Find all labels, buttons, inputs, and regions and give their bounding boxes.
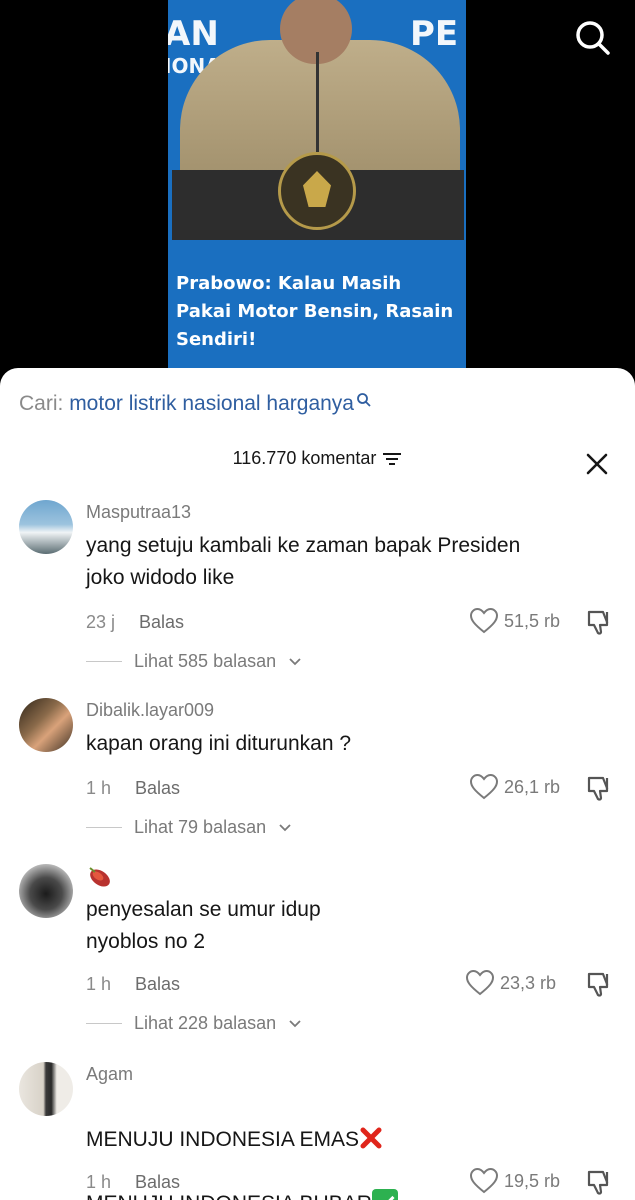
heart-icon <box>470 774 498 800</box>
avatar[interactable] <box>19 864 73 918</box>
video-caption: Prabowo: Kalau Masih Pakai Motor Bensin,… <box>176 273 454 350</box>
comment-text: penyesalan se umur idup nyoblos no 2 <box>86 898 321 953</box>
dislike-icon[interactable] <box>585 970 613 998</box>
comments-header: 116.770 komentar <box>0 448 635 478</box>
video-player[interactable]: AN IONA PE Prabowo: Kalau Masih Pakai Mo… <box>0 0 635 380</box>
search-suggestion[interactable]: Cari: motor listrik nasional harganya <box>19 392 372 416</box>
reply-button[interactable]: Balas <box>135 974 180 995</box>
comment-text: kapan orang ini diturunkan ? <box>86 732 352 755</box>
heart-icon <box>466 970 494 996</box>
video-bg-text-right: PE <box>410 14 459 54</box>
dislike-icon[interactable] <box>585 774 613 802</box>
like-count: 26,1 rb <box>504 776 561 797</box>
comment-meta: 1 h Balas <box>86 1172 180 1193</box>
like-button[interactable]: 23,3 rb <box>466 970 556 996</box>
dislike-icon[interactable] <box>585 1168 613 1196</box>
like-count: 19,5 rb <box>504 1170 561 1191</box>
search-suggestion-prefix: Cari: <box>19 392 64 415</box>
comment-text-line2: MENUJU INDONESIA BUBAR <box>86 1192 372 1200</box>
divider-line <box>86 661 122 662</box>
sweet-potato-emoji-icon <box>89 867 110 887</box>
comment-meta: 1 h Balas <box>86 778 180 799</box>
search-suggestion-query[interactable]: motor listrik nasional harganya <box>69 392 354 415</box>
view-replies-label: Lihat 585 balasan <box>134 651 277 671</box>
avatar[interactable] <box>19 1062 73 1116</box>
search-icon[interactable] <box>573 18 613 58</box>
sort-filter-icon[interactable] <box>382 451 402 467</box>
comment-time: 1 h <box>86 974 112 994</box>
comment-meta: 1 h Balas <box>86 974 180 995</box>
search-suggestion-icon <box>357 393 371 407</box>
reply-button[interactable]: Balas <box>135 778 180 799</box>
check-mark-icon <box>371 1189 398 1200</box>
comment-time: 23 j <box>86 612 116 632</box>
view-replies-button[interactable]: Lihat 79 balasan <box>86 817 292 838</box>
microphone <box>316 52 319 152</box>
reply-button[interactable]: Balas <box>135 1172 180 1193</box>
heart-icon <box>470 608 498 634</box>
close-icon[interactable] <box>585 452 609 476</box>
dislike-icon[interactable] <box>585 608 613 636</box>
chevron-down-icon <box>289 1019 301 1027</box>
view-replies-label: Lihat 79 balasan <box>134 817 267 837</box>
divider-line <box>86 1023 122 1024</box>
video-frame[interactable]: AN IONA PE Prabowo: Kalau Masih Pakai Mo… <box>168 0 466 372</box>
comment-meta: 23 j Balas <box>86 612 184 633</box>
comment-username[interactable]: Dibalik.layar009 <box>86 700 214 721</box>
comment-time: 1 h <box>86 778 112 798</box>
like-button[interactable]: 19,5 rb <box>470 1168 560 1194</box>
comment-text-line1: MENUJU INDONESIA EMAS <box>86 1128 360 1151</box>
reply-button[interactable]: Balas <box>139 612 184 633</box>
like-button[interactable]: 26,1 rb <box>470 774 560 800</box>
comment-time: 1 h <box>86 1172 112 1192</box>
view-replies-button[interactable]: Lihat 228 balasan <box>86 1013 302 1034</box>
heart-icon <box>470 1168 498 1194</box>
chevron-down-icon <box>289 657 301 665</box>
like-count: 51,5 rb <box>504 610 561 631</box>
like-count: 23,3 rb <box>500 972 557 993</box>
video-bg-text-left: AN <box>168 14 219 54</box>
view-replies-label: Lihat 228 balasan <box>134 1013 277 1033</box>
avatar[interactable] <box>19 698 73 752</box>
comment-username[interactable]: Agam <box>86 1064 133 1085</box>
divider-line <box>86 827 122 828</box>
chevron-down-icon <box>279 823 291 831</box>
cross-mark-icon <box>360 1127 382 1149</box>
view-replies-button[interactable]: Lihat 585 balasan <box>86 651 302 672</box>
comment-username[interactable]: Masputraa13 <box>86 502 191 523</box>
comments-sheet: Cari: motor listrik nasional harganya 11… <box>0 368 635 1200</box>
avatar[interactable] <box>19 500 73 554</box>
like-button[interactable]: 51,5 rb <box>470 608 560 634</box>
garuda-emblem-icon <box>278 152 356 230</box>
comment-count: 116.770 komentar <box>232 448 377 468</box>
comment-text: yang setuju kambali ke zaman bapak Presi… <box>86 534 521 589</box>
